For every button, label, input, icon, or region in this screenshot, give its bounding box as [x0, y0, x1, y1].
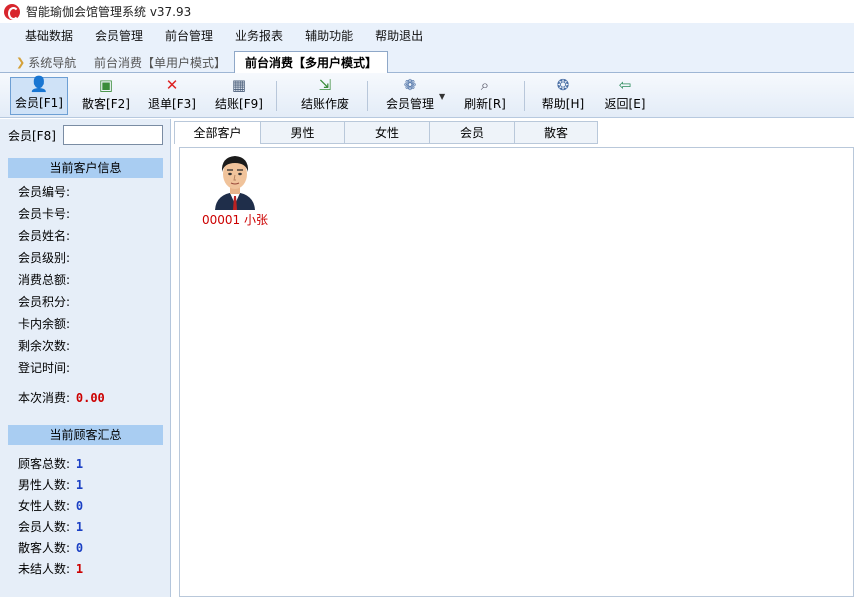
avatar	[210, 152, 260, 210]
void-receipt-icon: ⇲	[318, 76, 332, 94]
chevron-right-icon: ❯	[16, 55, 26, 69]
summary-label: 散客人数:	[18, 541, 71, 555]
menu-front-desk[interactable]: 前台管理	[154, 27, 224, 44]
tab-label: 前台消费【多用户模式】	[245, 56, 378, 70]
search-label: 会员[F8]	[8, 128, 56, 143]
field-register-time: 登记时间:	[18, 361, 71, 375]
tab-members[interactable]: 会员	[430, 121, 515, 144]
summary-value: 1	[75, 562, 84, 576]
this-consume-row: 本次消费: 0.00	[18, 389, 105, 407]
back-button[interactable]: ⇦ 返回[E]	[602, 76, 648, 115]
calculator-icon: ▦	[231, 76, 247, 94]
tab-multi-user[interactable]: 前台消费【多用户模式】	[234, 51, 389, 73]
tab-male[interactable]: 男性	[261, 121, 345, 144]
member-mgmt-button[interactable]: ❁ 会员管理	[382, 76, 438, 115]
tab-label: 系统导航	[28, 55, 77, 70]
back-button-label: 返回[E]	[604, 97, 646, 111]
walkin-button[interactable]: ▣ 散客[F2]	[80, 76, 132, 115]
tab-single-user[interactable]: 前台消费【单用户模式】	[84, 51, 236, 73]
summary-female: 女性人数: 0	[18, 497, 83, 515]
walkin-button-label: 散客[F2]	[82, 97, 130, 111]
summary-label: 女性人数:	[18, 499, 71, 513]
help-button-label: 帮助[H]	[541, 97, 585, 111]
field-member-name: 会员姓名:	[18, 229, 71, 243]
customer-label: 00001 小张	[202, 213, 268, 227]
help-icon: ❂	[556, 76, 570, 94]
document-tab-bar: ❯ 系统导航 前台消费【单用户模式】 前台消费【多用户模式】	[0, 48, 854, 73]
summary-male: 男性人数: 1	[18, 476, 83, 494]
summary-members: 会员人数: 1	[18, 518, 83, 536]
members-group-icon: ❁	[403, 76, 417, 94]
app-title: 智能瑜伽会馆管理系统 v37.93	[26, 5, 192, 19]
checkout-button[interactable]: ▦ 结账[F9]	[213, 76, 265, 115]
close-icon: ✕	[165, 76, 179, 94]
member-search-input[interactable]	[63, 125, 163, 145]
summary-value: 1	[75, 478, 84, 492]
this-consume-value: 0.00	[75, 391, 105, 405]
refresh-button-label: 刷新[R]	[464, 97, 506, 111]
magnifier-icon: ⌕	[480, 76, 490, 94]
toolbar-separator	[367, 81, 368, 111]
summary-label: 会员人数:	[18, 520, 71, 534]
help-button[interactable]: ❂ 帮助[H]	[539, 76, 587, 115]
tab-label: 前台消费【单用户模式】	[94, 55, 227, 70]
field-remaining-times: 剩余次数:	[18, 339, 71, 353]
member-mgmt-button-label: 会员管理	[385, 97, 434, 111]
summary-label: 顾客总数:	[18, 457, 71, 471]
customer-area: 全部客户 男性 女性 会员 散客 00001 小张	[174, 119, 854, 597]
menu-tools[interactable]: 辅助功能	[294, 27, 364, 44]
menu-bar: 基础数据 会员管理 前台管理 业务报表 辅助功能 帮助退出	[0, 23, 854, 48]
tab-walkins[interactable]: 散客	[515, 121, 598, 144]
summary-value: 1	[75, 457, 84, 471]
field-member-no: 会员编号:	[18, 185, 71, 199]
menu-help-exit[interactable]: 帮助退出	[364, 27, 434, 44]
refresh-button[interactable]: ⌕ 刷新[R]	[461, 76, 509, 115]
field-total-spend: 消费总额:	[18, 273, 71, 287]
current-info-header: 当前客户信息	[8, 158, 163, 178]
menu-member-mgmt[interactable]: 会员管理	[84, 27, 154, 44]
void-checkout-button[interactable]: ⇲ 结账作废	[296, 76, 354, 115]
cancel-order-button-label: 退单[F3]	[148, 97, 196, 111]
summary-unsettled: 未结人数: 1	[18, 560, 83, 578]
checkout-button-label: 结账[F9]	[215, 97, 263, 111]
field-member-level: 会员级别:	[18, 251, 71, 265]
summary-label: 男性人数:	[18, 478, 71, 492]
summary-walkins: 散客人数: 0	[18, 539, 83, 557]
customer-grid: 00001 小张	[179, 147, 854, 597]
summary-header: 当前顾客汇总	[8, 425, 163, 445]
title-bar: 智能瑜伽会馆管理系统 v37.93	[0, 0, 854, 23]
category-tabs: 全部客户 男性 女性 会员 散客	[174, 121, 598, 144]
member-button[interactable]: 👤 会员[F1]	[10, 75, 68, 115]
customer-info-sidebar: 会员[F8] 当前客户信息 会员编号: 会员卡号: 会员姓名: 会员级别: 消费…	[0, 119, 171, 597]
menu-basic-data[interactable]: 基础数据	[14, 27, 84, 44]
summary-label: 未结人数:	[18, 562, 71, 576]
tab-female[interactable]: 女性	[345, 121, 430, 144]
cancel-order-button[interactable]: ✕ 退单[F3]	[146, 76, 198, 115]
app-logo-icon	[4, 3, 20, 20]
field-points: 会员积分:	[18, 295, 71, 309]
tab-all-customers[interactable]: 全部客户	[174, 121, 261, 144]
this-consume-label: 本次消费:	[18, 391, 71, 405]
toolbar-separator	[276, 81, 277, 111]
male-avatar-icon	[215, 156, 255, 210]
summary-value: 0	[75, 499, 84, 513]
member-search-row: 会员[F8]	[8, 125, 163, 145]
toolbar-separator	[524, 81, 525, 111]
member-button-label: 会员[F1]	[15, 96, 63, 110]
field-card-no: 会员卡号:	[18, 207, 71, 221]
customer-tile[interactable]: 00001 小张	[200, 152, 270, 228]
walkin-icon: ▣	[98, 76, 114, 94]
field-card-balance: 卡内余额:	[18, 317, 71, 331]
toolbar: 👤 会员[F1] ▣ 散客[F2] ✕ 退单[F3] ▦ 结账[F9] ⇲ 结账…	[0, 73, 854, 118]
void-checkout-button-label: 结账作废	[300, 97, 349, 111]
member-card-icon: 👤	[29, 75, 49, 93]
exit-door-icon: ⇦	[618, 76, 632, 94]
summary-value: 1	[75, 520, 84, 534]
chevron-down-icon[interactable]: ▼	[439, 92, 445, 101]
summary-total: 顾客总数: 1	[18, 455, 83, 473]
tab-system-nav[interactable]: ❯ 系统导航	[6, 51, 86, 73]
summary-value: 0	[75, 541, 84, 555]
menu-reports[interactable]: 业务报表	[224, 27, 294, 44]
